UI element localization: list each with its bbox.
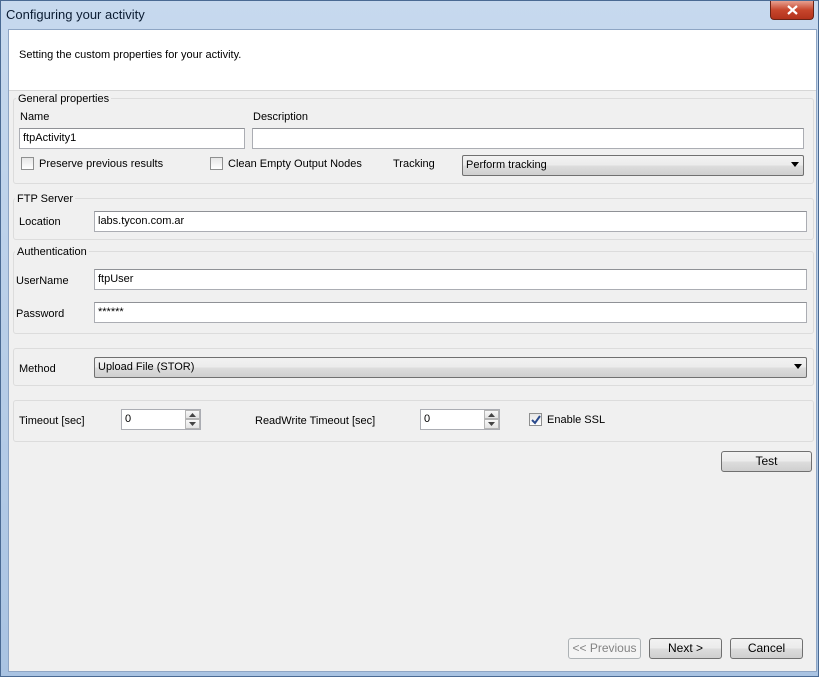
- rw-timeout-label: ReadWrite Timeout [sec]: [255, 415, 376, 427]
- tracking-select-value: Perform tracking: [466, 159, 547, 171]
- timeout-stepper[interactable]: 0: [121, 409, 201, 430]
- ftp-server-title: FTP Server: [15, 193, 76, 205]
- tracking-select[interactable]: Perform tracking: [462, 155, 804, 176]
- authentication-title: Authentication: [15, 246, 89, 258]
- header-panel: Setting the custom properties for your a…: [9, 30, 816, 91]
- next-button[interactable]: Next >: [649, 638, 722, 659]
- clean-empty-nodes-label: Clean Empty Output Nodes: [228, 158, 362, 170]
- spin-up-icon: [189, 413, 196, 417]
- chevron-down-icon: [794, 364, 802, 369]
- location-label: Location: [19, 216, 61, 228]
- clean-empty-nodes-checkbox[interactable]: [210, 157, 223, 170]
- timeout-label: Timeout [sec]: [19, 415, 85, 427]
- close-button[interactable]: [770, 1, 814, 20]
- preserve-results-label: Preserve previous results: [39, 158, 164, 170]
- location-input[interactable]: labs.tycon.com.ar: [94, 211, 807, 232]
- dialog-client: Setting the custom properties for your a…: [8, 29, 817, 672]
- general-properties-title: General properties: [16, 93, 112, 105]
- cancel-button[interactable]: Cancel: [730, 638, 803, 659]
- preserve-results-checkbox[interactable]: [21, 157, 34, 170]
- chevron-down-icon: [791, 162, 799, 167]
- timeout-spin-buttons: [185, 410, 200, 429]
- spin-down-icon: [488, 422, 495, 426]
- username-label: UserName: [16, 275, 69, 287]
- rw-timeout-increment-button[interactable]: [484, 410, 499, 419]
- close-icon: [787, 5, 798, 15]
- timeout-decrement-button[interactable]: [185, 419, 200, 429]
- title-bar[interactable]: Configuring your activity: [1, 1, 818, 29]
- previous-button[interactable]: << Previous: [568, 638, 641, 659]
- window-title: Configuring your activity: [6, 7, 145, 22]
- timeout-value: 0: [125, 413, 132, 425]
- method-label: Method: [19, 363, 56, 375]
- enable-ssl-label: Enable SSL: [547, 414, 606, 426]
- enable-ssl-checkbox[interactable]: [529, 413, 542, 426]
- rw-timeout-spin-buttons: [484, 410, 499, 429]
- method-select[interactable]: Upload File (STOR): [94, 357, 807, 378]
- test-button[interactable]: Test: [721, 451, 812, 472]
- rw-timeout-value: 0: [424, 413, 431, 425]
- name-label: Name: [20, 111, 50, 123]
- name-input[interactable]: ftpActivity1: [19, 128, 245, 149]
- username-input[interactable]: ftpUser: [94, 269, 807, 290]
- rw-timeout-decrement-button[interactable]: [484, 419, 499, 429]
- password-label: Password: [16, 308, 65, 320]
- checkmark-icon: [531, 415, 541, 425]
- description-label: Description: [253, 111, 309, 123]
- tracking-label: Tracking: [393, 158, 435, 170]
- timeout-increment-button[interactable]: [185, 410, 200, 419]
- description-input[interactable]: [252, 128, 804, 149]
- rw-timeout-stepper[interactable]: 0: [420, 409, 500, 430]
- spin-up-icon: [488, 413, 495, 417]
- dialog-window: Configuring your activity Setting the cu…: [0, 0, 819, 677]
- header-text: Setting the custom properties for your a…: [19, 49, 242, 61]
- password-input[interactable]: ******: [94, 302, 807, 323]
- spin-down-icon: [189, 422, 196, 426]
- method-select-value: Upload File (STOR): [98, 361, 195, 373]
